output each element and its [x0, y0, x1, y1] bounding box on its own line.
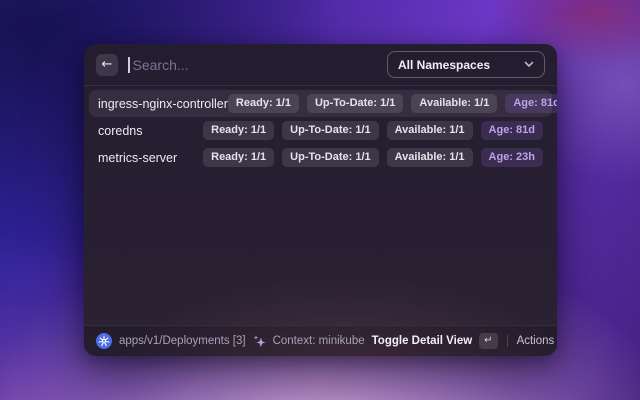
available-badge: Available: 1/1: [386, 121, 473, 140]
return-key-badge: ↵: [479, 333, 498, 349]
list-item-ingress-nginx-controller[interactable]: ingress-nginx-controller Ready: 1/1 Up-T…: [89, 90, 557, 117]
available-badge: Available: 1/1: [386, 148, 473, 167]
actions-button[interactable]: Actions: [517, 335, 555, 347]
footer-divider: [506, 335, 508, 347]
deployment-name: coredns: [98, 123, 143, 138]
status-bar: apps/v1/Deployments [3] Context: minikub…: [84, 325, 557, 356]
status-badges: Ready: 1/1 Up-To-Date: 1/1 Available: 1/…: [203, 121, 543, 140]
ready-badge: Ready: 1/1: [227, 94, 299, 113]
footer-actions: Toggle Detail View ↵ Actions ⌘ K: [372, 333, 557, 349]
status-badges: Ready: 1/1 Up-To-Date: 1/1 Available: 1/…: [227, 94, 557, 113]
kubernetes-icon: [96, 333, 112, 349]
status-badges: Ready: 1/1 Up-To-Date: 1/1 Available: 1/…: [203, 148, 543, 167]
ready-badge: Ready: 1/1: [203, 148, 275, 167]
age-badge: Age: 81d: [505, 94, 557, 113]
chevron-down-icon: [524, 61, 534, 68]
deployments-list: ingress-nginx-controller Ready: 1/1 Up-T…: [84, 86, 557, 175]
list-item-metrics-server[interactable]: metrics-server Ready: 1/1 Up-To-Date: 1/…: [89, 144, 552, 171]
ready-badge: Ready: 1/1: [203, 121, 275, 140]
up-to-date-badge: Up-To-Date: 1/1: [282, 148, 379, 167]
list-item-coredns[interactable]: coredns Ready: 1/1 Up-To-Date: 1/1 Avail…: [89, 117, 552, 144]
context-label: Context: minikube: [272, 335, 365, 347]
search-header: ← Search... All Namespaces: [84, 44, 557, 86]
search-input[interactable]: Search...: [128, 56, 377, 73]
available-badge: Available: 1/1: [411, 94, 498, 113]
up-to-date-badge: Up-To-Date: 1/1: [306, 94, 404, 113]
deployment-name: metrics-server: [98, 150, 178, 165]
text-caret: [128, 56, 130, 73]
sparkles-icon: [253, 334, 266, 348]
back-button[interactable]: ←: [96, 53, 118, 76]
command-palette-window: ← Search... All Namespaces ingress-nginx…: [84, 44, 557, 356]
search-placeholder: Search...: [132, 56, 189, 73]
namespace-dropdown-value: All Namespaces: [398, 57, 491, 72]
toggle-detail-view-button[interactable]: Toggle Detail View: [372, 335, 473, 347]
namespace-dropdown[interactable]: All Namespaces: [387, 51, 545, 78]
up-to-date-badge: Up-To-Date: 1/1: [282, 121, 379, 140]
deployment-name: ingress-nginx-controller: [98, 96, 228, 111]
arrow-left-icon: ←: [101, 57, 113, 72]
age-badge: Age: 81d: [480, 121, 543, 140]
age-badge: Age: 23h: [480, 148, 543, 167]
resource-breadcrumb: apps/v1/Deployments [3]: [119, 335, 246, 347]
